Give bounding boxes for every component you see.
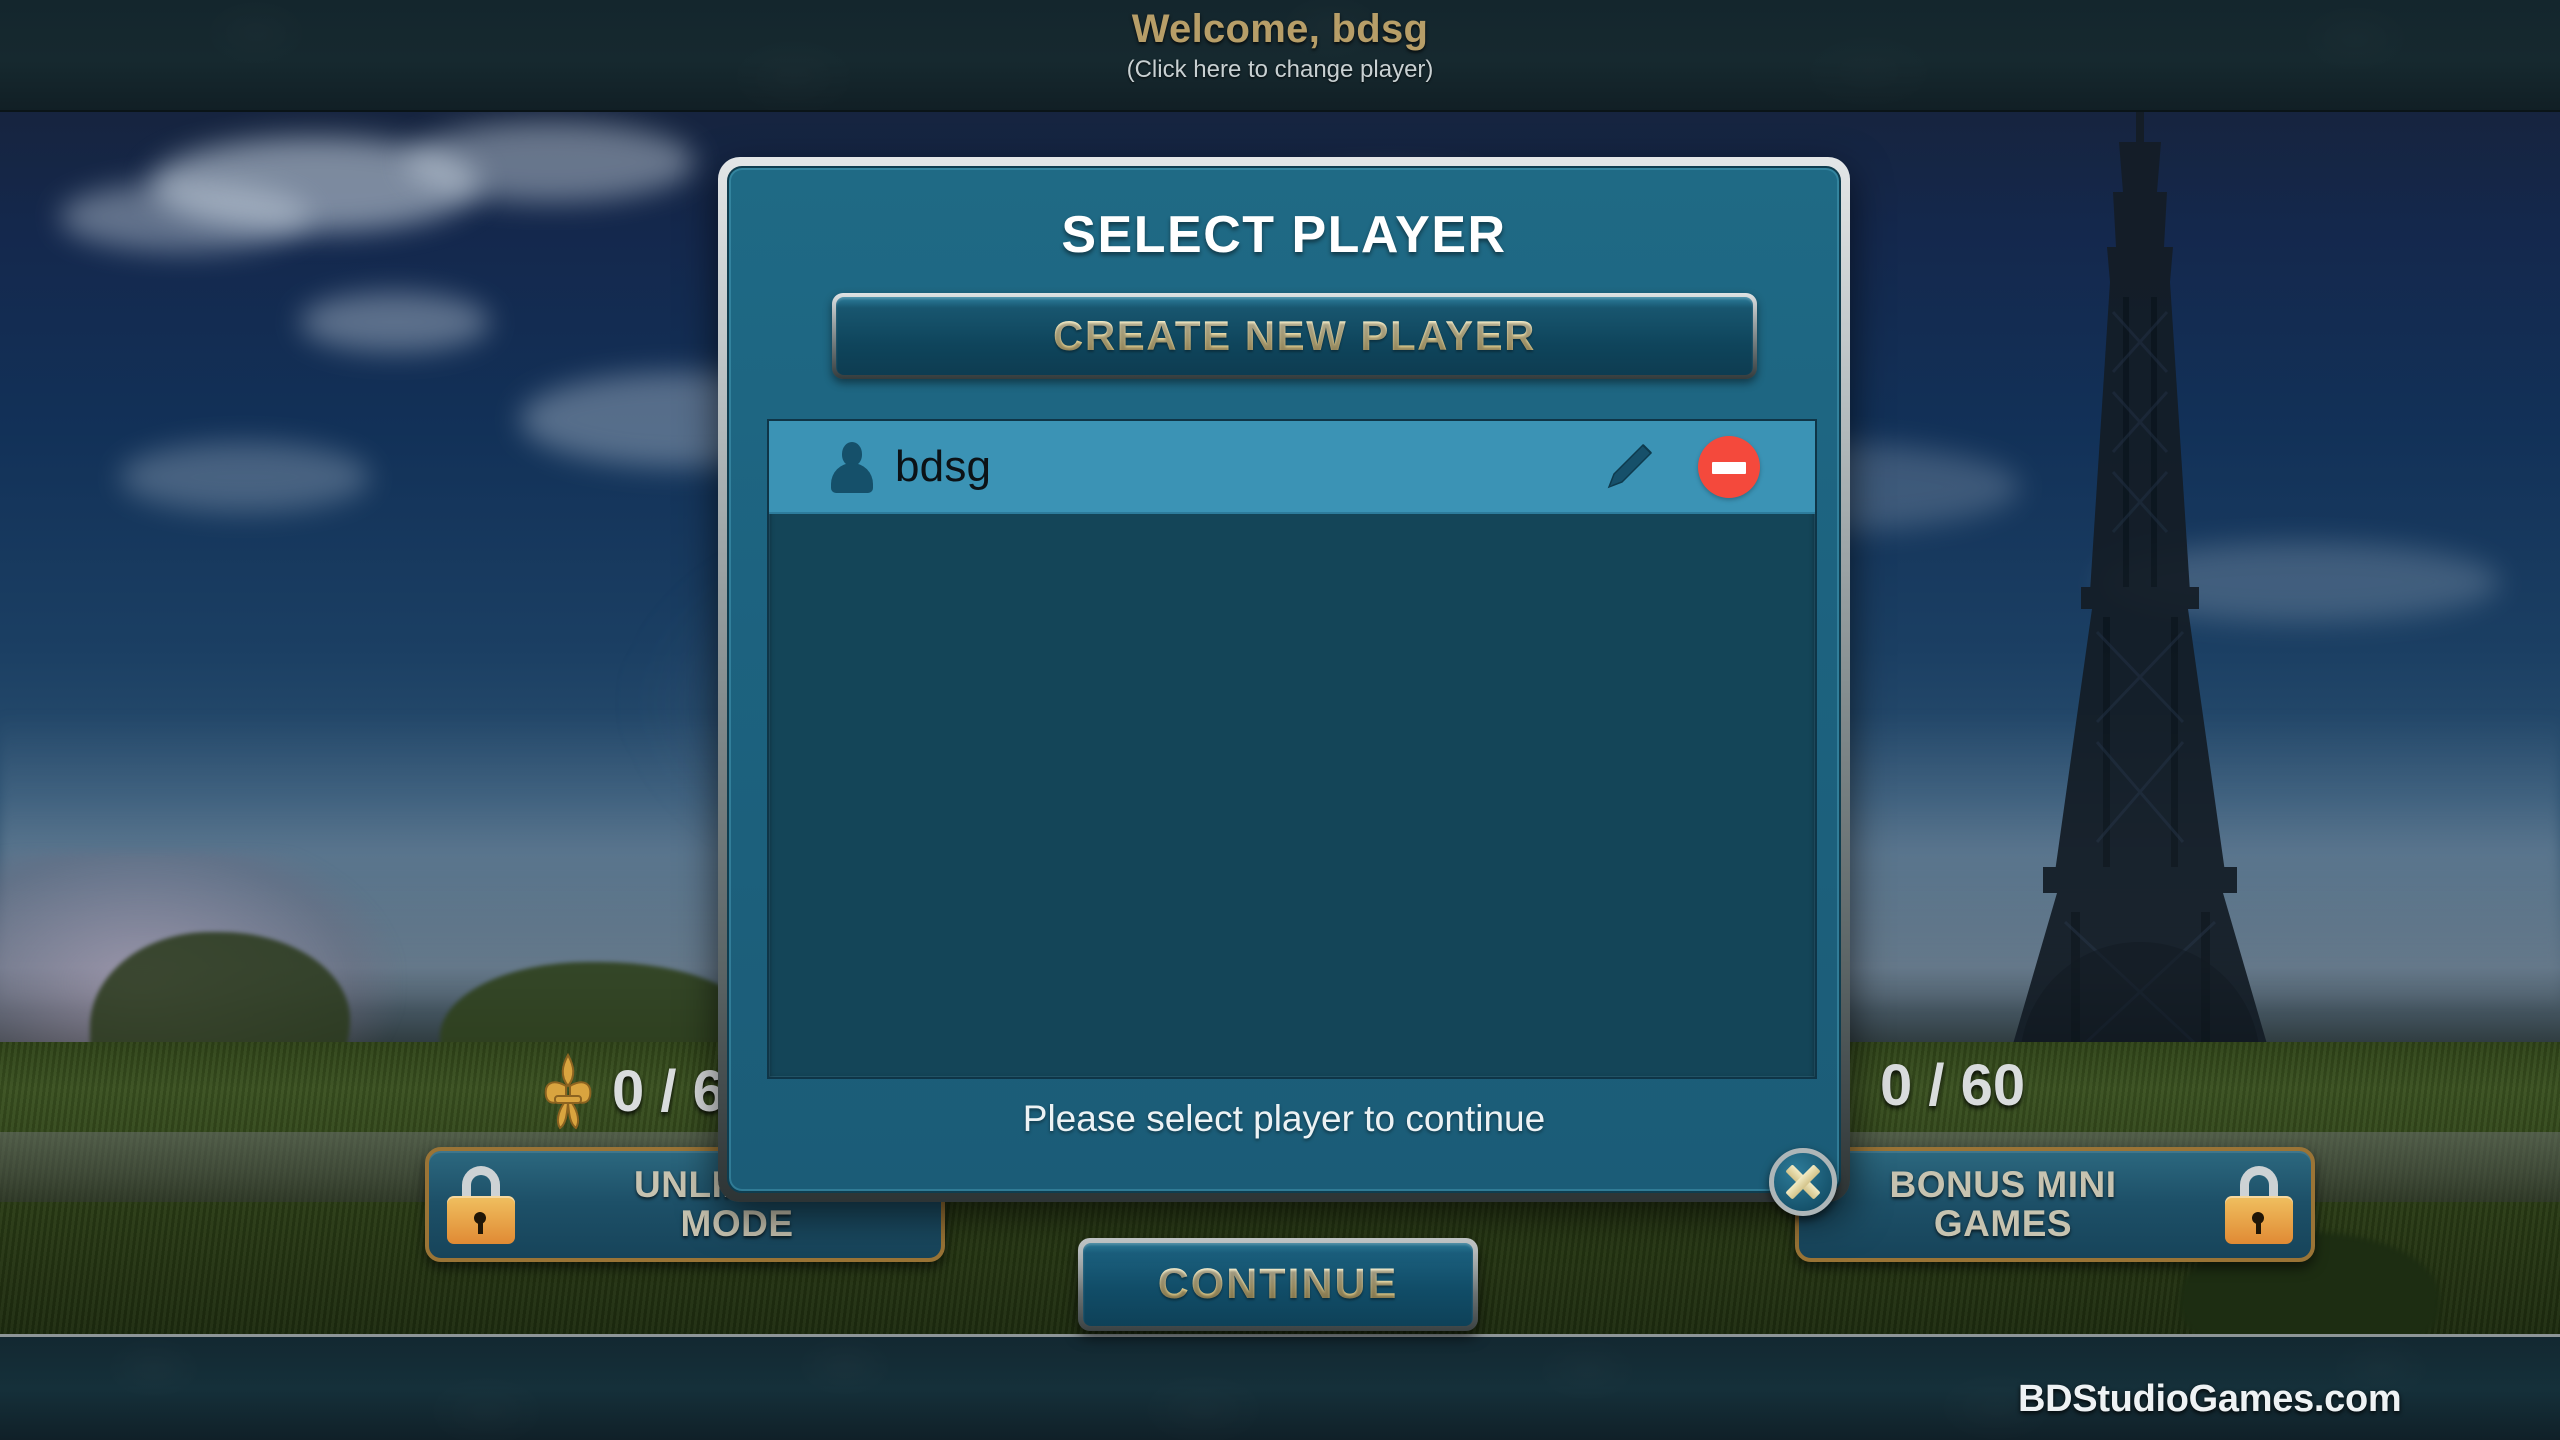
locked-panel-label-line1: BONUS MINI <box>1889 1164 2117 1206</box>
cloud <box>120 442 370 512</box>
create-new-player-button[interactable]: CREATE NEW PLAYER <box>832 293 1757 379</box>
minus-icon <box>1712 461 1746 474</box>
fleur-de-lis-icon <box>544 1052 592 1130</box>
change-player-hint[interactable]: (Click here to change player) <box>0 56 2560 84</box>
player-list[interactable]: bdsg <box>767 419 1817 1079</box>
cloud <box>405 122 695 202</box>
locked-panel-label-line2: MODE <box>680 1202 794 1244</box>
cloud <box>60 182 310 252</box>
create-new-player-button-face: CREATE NEW PLAYER <box>836 297 1753 375</box>
hud-counter-value: 0 / 60 <box>1880 1053 2026 1118</box>
site-watermark: BDStudioGames.com <box>2018 1378 2402 1420</box>
continue-button-face: CONTINUE <box>1083 1243 1473 1326</box>
locked-panel-bonus-mini-games[interactable]: BONUS MINI GAMES <box>1795 1147 2315 1262</box>
top-bar[interactable]: Welcome, bdsg (Click here to change play… <box>0 0 2560 112</box>
locked-panel-label: BONUS MINI GAMES <box>1799 1166 2207 1242</box>
player-list-item[interactable]: bdsg <box>769 421 1815 514</box>
create-new-player-label: CREATE NEW PLAYER <box>1053 312 1536 359</box>
dialog-hint-text: Please select player to continue <box>1022 1098 1546 1139</box>
pencil-icon[interactable] <box>1598 436 1660 498</box>
dialog-title: SELECT PLAYER <box>1061 206 1507 264</box>
hud-counter-flags: 0 / 60 <box>1880 1052 2025 1119</box>
padlock-icon <box>2221 1165 2297 1244</box>
player-name: bdsg <box>895 441 992 491</box>
person-icon <box>831 441 873 493</box>
padlock-icon <box>443 1165 519 1244</box>
welcome-message: Welcome, bdsg <box>1131 7 1429 51</box>
continue-button[interactable]: CONTINUE <box>1078 1238 1478 1331</box>
eiffel-tower-silhouette <box>1999 112 2281 1092</box>
close-dialog-button[interactable] <box>1769 1148 1837 1216</box>
cloud <box>300 292 490 352</box>
delete-player-button[interactable] <box>1698 435 1760 498</box>
select-player-dialog: SELECT PLAYER CREATE NEW PLAYER bdsg Ple… <box>718 157 1850 1202</box>
locked-panel-label-line2: GAMES <box>1933 1202 2073 1244</box>
dialog-body: SELECT PLAYER CREATE NEW PLAYER bdsg Ple… <box>727 166 1841 1193</box>
continue-button-label: CONTINUE <box>1157 1260 1399 1308</box>
